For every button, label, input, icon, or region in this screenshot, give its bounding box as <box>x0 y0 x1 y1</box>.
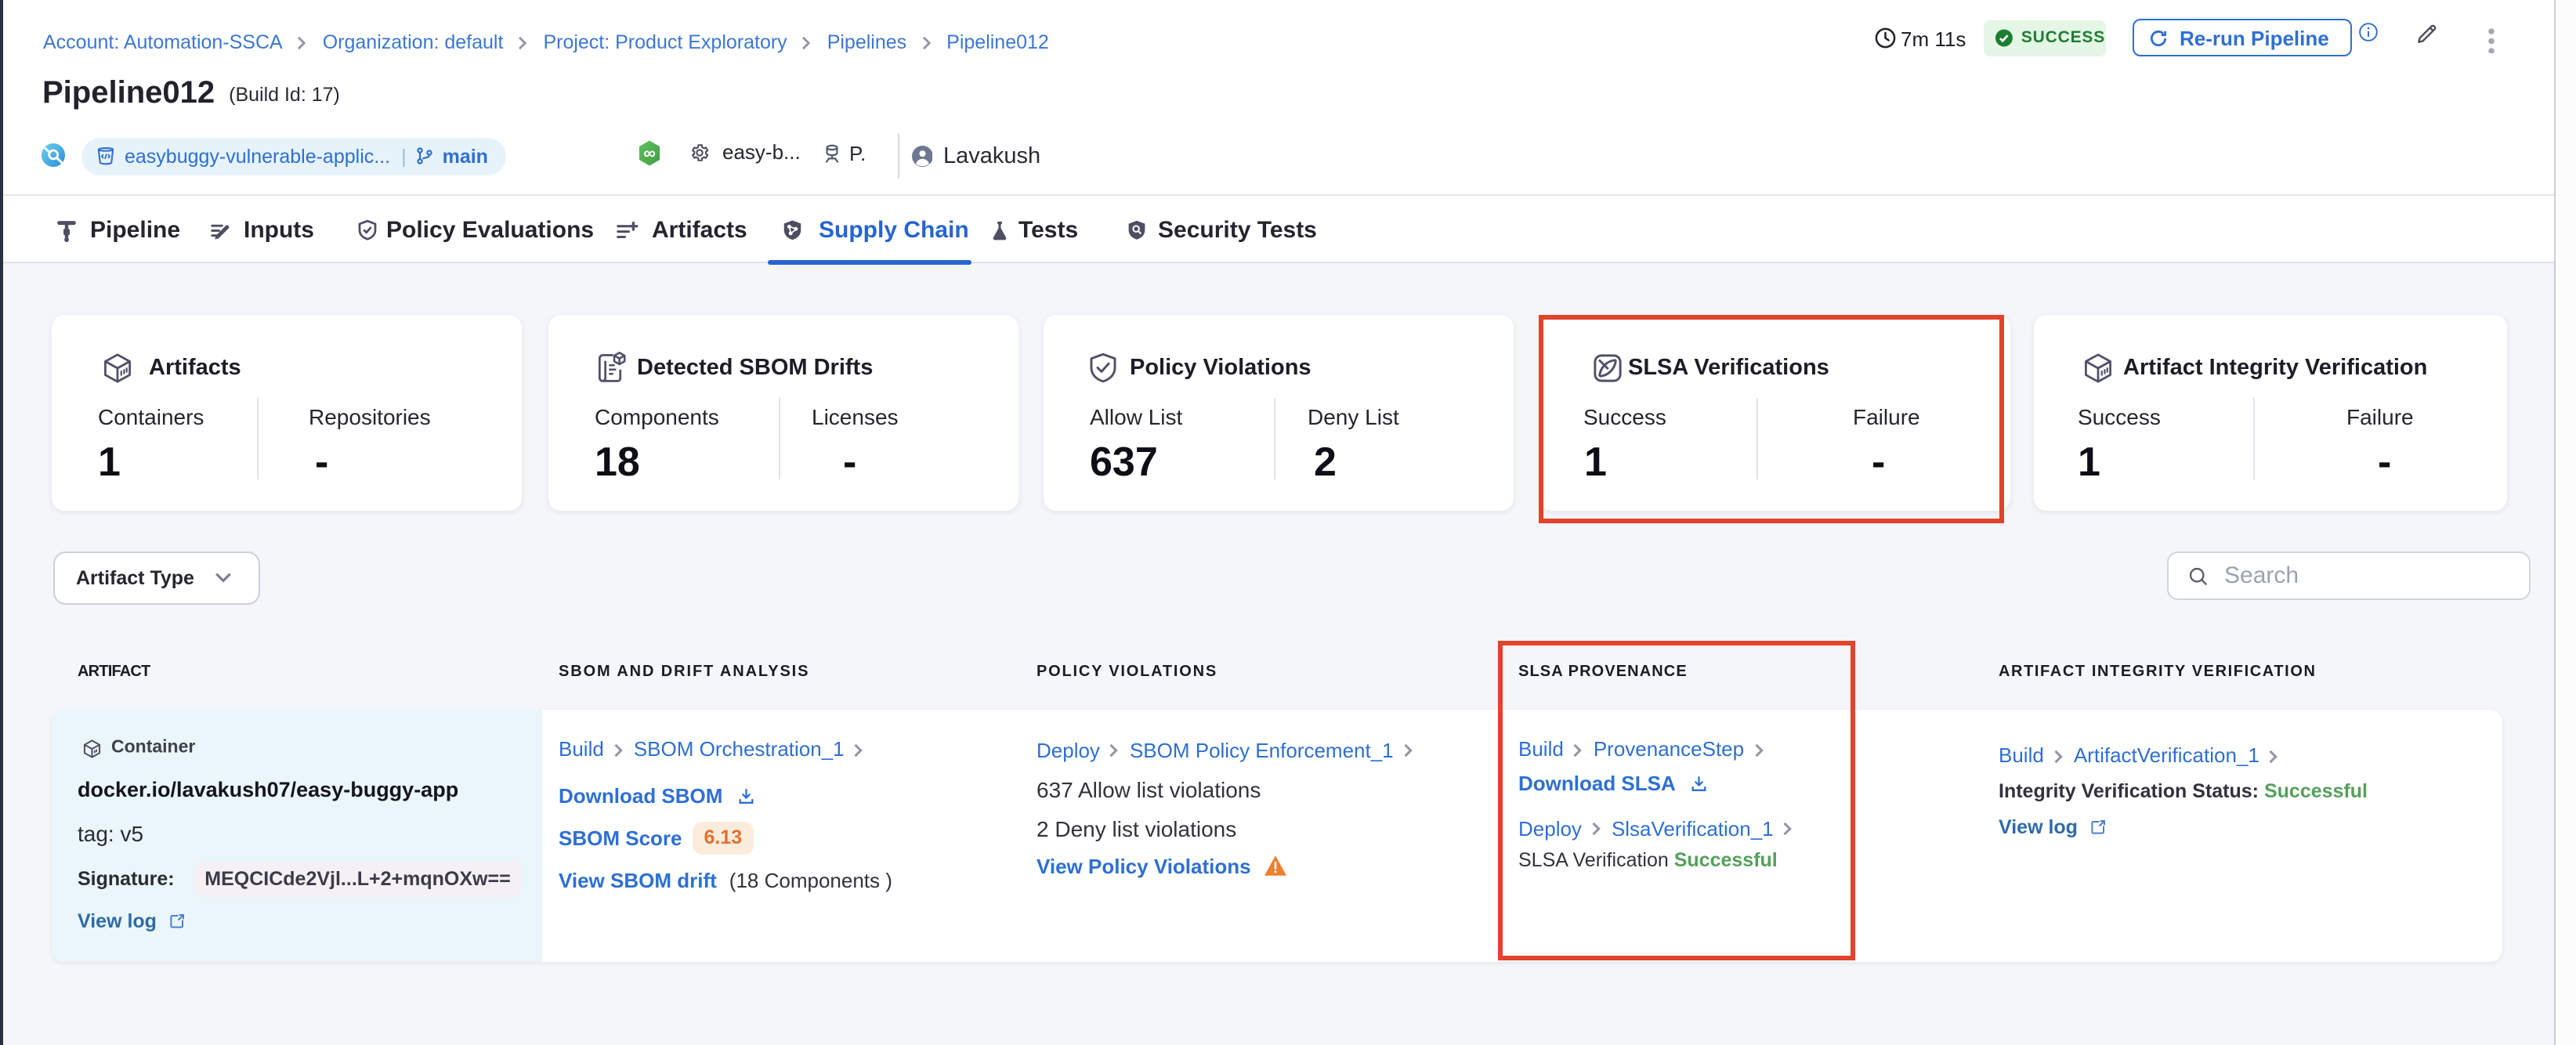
svg-text:∞: ∞ <box>642 143 655 162</box>
